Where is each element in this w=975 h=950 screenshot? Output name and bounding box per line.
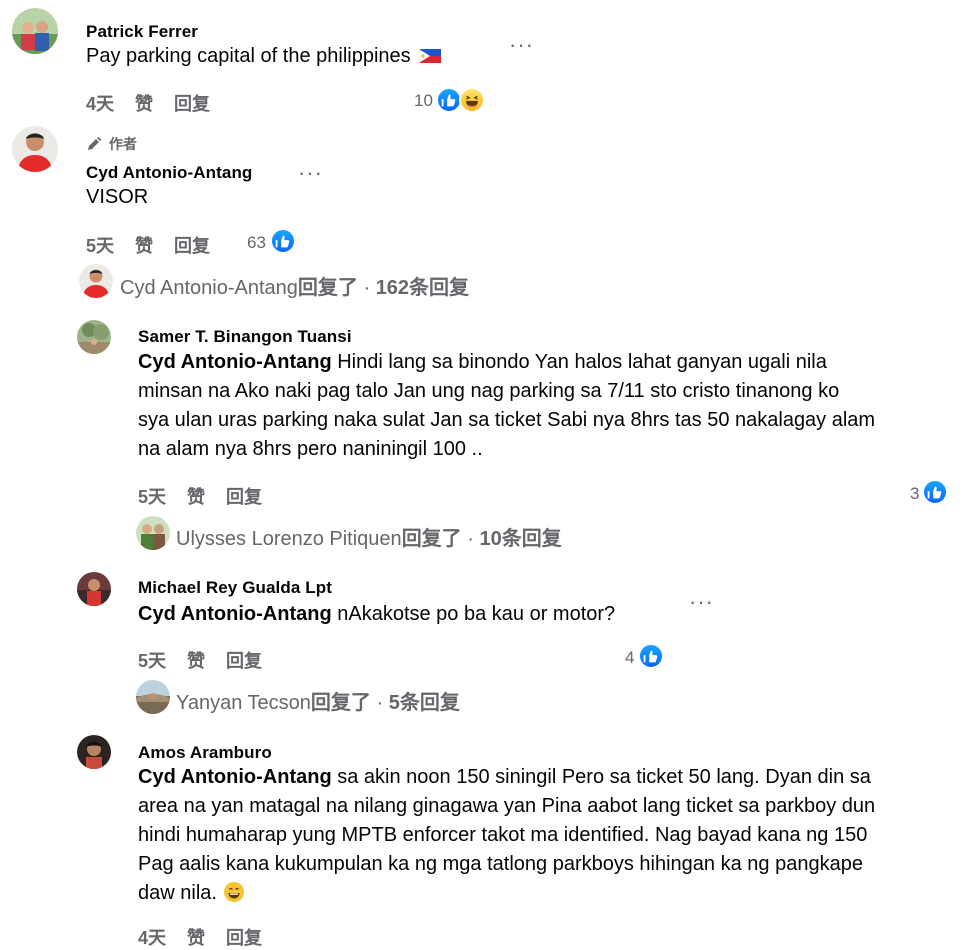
commenter-name[interactable]: Cyd Antonio-Antang bbox=[86, 163, 252, 183]
comment-line: Pag aalis kana kukumpulan ka ng mga tatl… bbox=[138, 853, 863, 875]
view-replies-link[interactable]: Cyd Antonio-Antang回复了 · 162条回复 bbox=[120, 271, 469, 300]
like-button[interactable]: 赞 bbox=[187, 928, 205, 948]
commenter-name[interactable]: Michael Rey Gualda Lpt bbox=[138, 578, 332, 598]
avatar[interactable] bbox=[136, 516, 170, 550]
comment-line-text: nAkakotse po ba kau or motor? bbox=[331, 603, 616, 625]
reaction-count[interactable]: 63 bbox=[247, 233, 266, 253]
timestamp[interactable]: 5天 bbox=[138, 651, 166, 671]
more-options-icon[interactable]: ··· bbox=[509, 34, 534, 56]
reply-summary-author: Ulysses Lorenzo Pitiquen bbox=[176, 528, 402, 550]
like-button[interactable]: 赞 bbox=[187, 651, 205, 671]
comment-line: Cyd Antonio-Antang nAkakotse po ba kau o… bbox=[138, 600, 615, 629]
mention-link[interactable]: Cyd Antonio-Antang bbox=[138, 603, 332, 625]
comment-line: daw nila. bbox=[138, 879, 875, 908]
comment-line-text: Hindi lang sa binondo Yan halos lahat ga… bbox=[331, 351, 827, 373]
comment-line: area na yan matagal na nilang ginagawa y… bbox=[138, 795, 876, 817]
comment-text-body: Pay parking capital of the philippines bbox=[86, 45, 411, 67]
like-reaction-icon bbox=[638, 643, 664, 669]
reply-summary-count: 10条回复 bbox=[479, 528, 562, 550]
reply-summary-author: Cyd Antonio-Antang bbox=[120, 277, 298, 299]
mention-link[interactable]: Cyd Antonio-Antang bbox=[138, 351, 332, 373]
reaction-count[interactable]: 4 bbox=[625, 648, 634, 668]
haha-reaction-icon bbox=[459, 87, 485, 113]
commenter-name[interactable]: Patrick Ferrer bbox=[86, 22, 198, 42]
like-button[interactable]: 赞 bbox=[135, 236, 153, 256]
comment-text: Cyd Antonio-Antang Hindi lang sa binondo… bbox=[138, 348, 875, 464]
comment-actions: 5天 赞 回复 bbox=[138, 483, 262, 509]
timestamp[interactable]: 5天 bbox=[86, 236, 114, 256]
commenter-name[interactable]: Samer T. Binangon Tuansi bbox=[138, 327, 352, 347]
comment-line: Cyd Antonio-Antang sa akin noon 150 sini… bbox=[138, 763, 875, 792]
timestamp[interactable]: 4天 bbox=[138, 928, 166, 948]
comment-line: na alam nya 8hrs pero naniningil 100 .. bbox=[138, 438, 483, 460]
avatar[interactable] bbox=[136, 680, 170, 714]
comment-actions: 4天 赞 回复 bbox=[86, 90, 210, 116]
like-reaction-icon bbox=[922, 479, 948, 505]
reply-summary-separator: · bbox=[370, 692, 389, 714]
reply-summary-action: 回复了 bbox=[401, 528, 462, 550]
like-reaction-icon bbox=[270, 228, 296, 254]
comment-text: VISOR bbox=[86, 186, 149, 208]
mention-link[interactable]: Cyd Antonio-Antang bbox=[138, 766, 332, 788]
reply-summary-action: 回复了 bbox=[297, 277, 358, 299]
philippines-flag-emoji bbox=[418, 49, 441, 63]
comment-text: Cyd Antonio-Antang nAkakotse po ba kau o… bbox=[138, 600, 615, 629]
reaction-count[interactable]: 10 bbox=[414, 91, 433, 111]
timestamp[interactable]: 5天 bbox=[138, 487, 166, 507]
avatar[interactable] bbox=[77, 572, 111, 606]
reply-button[interactable]: 回复 bbox=[226, 651, 262, 671]
avatar[interactable] bbox=[12, 126, 58, 172]
avatar[interactable] bbox=[79, 264, 113, 298]
avatar[interactable] bbox=[77, 320, 111, 354]
like-button[interactable]: 赞 bbox=[135, 94, 153, 114]
timestamp[interactable]: 4天 bbox=[86, 94, 114, 114]
comment-line-text: daw nila. bbox=[138, 882, 217, 904]
grinning-emoji bbox=[223, 882, 244, 902]
reply-summary-count: 162条回复 bbox=[375, 277, 470, 299]
avatar[interactable] bbox=[77, 735, 111, 769]
comment-text: Cyd Antonio-Antang sa akin noon 150 sini… bbox=[138, 763, 875, 908]
more-options-icon[interactable]: ··· bbox=[689, 591, 714, 613]
more-options-icon[interactable]: ··· bbox=[298, 162, 323, 184]
reply-button[interactable]: 回复 bbox=[174, 236, 210, 256]
comment-line: hindi humaharap yung MPTB enforcer takot… bbox=[138, 824, 868, 846]
reply-button[interactable]: 回复 bbox=[174, 94, 210, 114]
comment-actions: 5天 赞 回复 bbox=[138, 647, 262, 673]
reply-summary-count: 5条回复 bbox=[388, 692, 460, 714]
comment-line: sya ulan uras parking naka sulat Jan sa … bbox=[138, 409, 876, 431]
reply-button[interactable]: 回复 bbox=[226, 928, 262, 948]
author-badge: 作者 bbox=[86, 134, 137, 154]
reply-summary-author: Yanyan Tecson bbox=[176, 692, 311, 714]
reply-summary-action: 回复了 bbox=[310, 692, 371, 714]
author-label: 作者 bbox=[108, 136, 137, 152]
comment-line-text: sa akin noon 150 siningil Pero sa ticket… bbox=[331, 766, 871, 788]
avatar[interactable] bbox=[12, 8, 58, 54]
comment-actions: 5天 赞 回复 bbox=[86, 232, 210, 258]
comment-line: minsan na Ako naki pag talo Jan ung nag … bbox=[138, 380, 840, 402]
comment-text: Pay parking capital of the philippines bbox=[86, 42, 441, 71]
reaction-count[interactable]: 3 bbox=[910, 484, 919, 504]
reply-button[interactable]: 回复 bbox=[226, 487, 262, 507]
reply-summary-separator: · bbox=[461, 528, 480, 550]
commenter-name[interactable]: Amos Aramburo bbox=[138, 743, 272, 763]
reply-summary-separator: · bbox=[357, 277, 376, 299]
view-replies-link[interactable]: Yanyan Tecson回复了 · 5条回复 bbox=[176, 686, 460, 715]
like-button[interactable]: 赞 bbox=[187, 487, 205, 507]
comment-line: Cyd Antonio-Antang Hindi lang sa binondo… bbox=[138, 348, 875, 377]
view-replies-link[interactable]: Ulysses Lorenzo Pitiquen回复了 · 10条回复 bbox=[176, 522, 562, 551]
pencil-icon bbox=[88, 136, 102, 150]
comment-actions: 4天 赞 回复 bbox=[138, 924, 262, 950]
